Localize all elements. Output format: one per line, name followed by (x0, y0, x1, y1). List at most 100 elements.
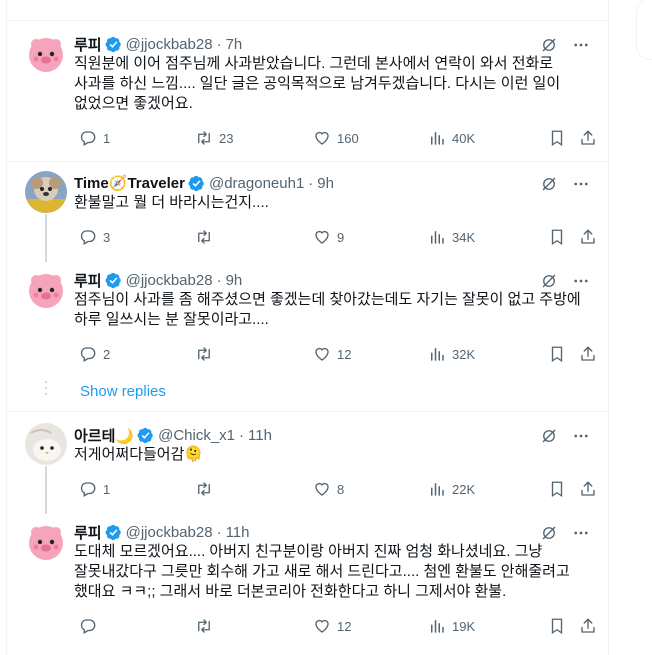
timestamp[interactable]: 7h (226, 36, 243, 53)
author-name[interactable]: 루피 (74, 522, 102, 543)
bookmark-button[interactable] (548, 128, 566, 148)
author-name[interactable]: 루피 (74, 34, 102, 55)
author-handle[interactable]: @dragoneuh1 (209, 175, 304, 192)
reply-button[interactable]: 2 (79, 344, 110, 364)
verified-badge-icon (105, 272, 122, 289)
author-handle[interactable]: @Chick_x1 (158, 427, 235, 444)
like-button[interactable]: 160 (313, 128, 359, 148)
avatar[interactable] (25, 520, 67, 562)
author-name-emoji: 🌙 (115, 427, 135, 445)
retweet-icon (195, 345, 213, 363)
views-icon (428, 480, 446, 498)
grok-icon[interactable] (540, 175, 558, 193)
verified-badge-icon (105, 524, 122, 541)
author-handle[interactable]: @jjockbab28 (126, 524, 213, 541)
share-button[interactable] (579, 128, 597, 148)
share-button[interactable] (579, 479, 597, 499)
tweet-actions: 2 12 32K (74, 344, 599, 364)
views-button[interactable]: 34K (428, 227, 475, 247)
retweet-icon (195, 480, 213, 498)
verified-badge-icon (188, 175, 205, 192)
tweet[interactable]: 아르테🌙 @Chick_x1 · 11h 저게어쩌다들어감🫠 1 8 22K (7, 423, 608, 503)
retweet-button[interactable] (195, 344, 219, 364)
retweet-button[interactable] (195, 479, 219, 499)
separator-dot: · (239, 426, 245, 444)
views-icon (428, 228, 446, 246)
views-count: 34K (452, 229, 476, 245)
like-count: 8 (337, 481, 345, 497)
verified-badge-icon (105, 36, 122, 53)
like-icon (313, 228, 331, 246)
retweet-icon (195, 617, 213, 635)
reply-icon (79, 480, 97, 498)
views-count: 19K (452, 618, 476, 634)
author-name[interactable]: 루피 (74, 270, 102, 291)
tweet[interactable]: 루피 @jjockbab28 · 7h 직원분에 이어 점주님께 사과받았습니다… (7, 32, 608, 160)
reply-button[interactable]: 1 (79, 479, 110, 499)
reply-icon (79, 129, 97, 147)
more-icon[interactable] (572, 427, 590, 445)
timestamp[interactable]: 9h (317, 175, 334, 192)
grok-icon[interactable] (540, 524, 558, 542)
like-button[interactable]: 12 (313, 616, 351, 636)
bookmark-button[interactable] (548, 344, 566, 364)
reply-button[interactable] (79, 616, 103, 636)
author-handle[interactable]: @jjockbab28 (126, 36, 213, 53)
avatar[interactable] (25, 268, 67, 310)
reply-button[interactable]: 1 (79, 128, 110, 148)
more-icon[interactable] (572, 36, 590, 54)
timestamp[interactable]: 9h (226, 272, 243, 289)
tweet[interactable]: 루피 @jjockbab28 · 9h 점주님이 사과를 좀 해주셨으면 좋겠는… (7, 268, 608, 368)
tweet-text: 점주님이 사과를 좀 해주셨으면 좋겠는데 찾아갔는데도 자기는 잘못이 없고 … (74, 291, 581, 328)
retweet-button[interactable] (195, 616, 219, 636)
bookmark-icon (548, 129, 566, 147)
retweet-button[interactable] (195, 227, 219, 247)
author-name[interactable]: 아르테🌙 (74, 425, 134, 446)
reply-count: 1 (103, 481, 111, 497)
like-icon (313, 480, 331, 498)
tweet-text: 환불말고 뭘 더 바라시는건지.... (74, 194, 269, 211)
author-handle[interactable]: @jjockbab28 (126, 272, 213, 289)
grok-icon[interactable] (540, 272, 558, 290)
divider (7, 20, 608, 21)
more-icon[interactable] (572, 175, 590, 193)
like-count: 12 (337, 618, 352, 634)
show-replies-link[interactable]: Show replies (80, 383, 166, 400)
share-button[interactable] (579, 227, 597, 247)
tweet[interactable]: Time🧭Traveler @dragoneuh1 · 9h 환불말고 뭘 더 … (7, 171, 608, 261)
more-icon[interactable] (572, 524, 590, 542)
tweet[interactable]: 루피 @jjockbab28 · 11h 도대체 모르겠어요.... 아버지 친… (7, 520, 608, 645)
tweet-text: 도대체 모르겠어요.... 아버지 친구분이랑 아버지 진짜 엄청 화나셨네요.… (74, 543, 570, 600)
timestamp[interactable]: 11h (248, 427, 272, 444)
reply-icon (79, 617, 97, 635)
like-button[interactable]: 12 (313, 344, 351, 364)
timestamp[interactable]: 11h (226, 524, 250, 541)
views-button[interactable]: 32K (428, 344, 475, 364)
conversation-timeline: 루피 @jjockbab28 · 7h 직원분에 이어 점주님께 사과받았습니다… (6, 0, 609, 655)
bookmark-button[interactable] (548, 479, 566, 499)
grok-icon[interactable] (540, 427, 558, 445)
grok-icon[interactable] (540, 36, 558, 54)
share-icon (579, 345, 597, 363)
like-count: 160 (337, 130, 359, 146)
views-button[interactable]: 19K (428, 616, 475, 636)
bookmark-button[interactable] (548, 616, 566, 636)
avatar[interactable] (25, 171, 67, 213)
avatar[interactable] (25, 423, 67, 465)
thread-line (45, 466, 47, 514)
avatar[interactable] (25, 32, 67, 74)
like-button[interactable]: 8 (313, 479, 344, 499)
bookmark-button[interactable] (548, 227, 566, 247)
retweet-count: 23 (219, 130, 234, 146)
author-name[interactable]: Time🧭Traveler (74, 174, 185, 192)
share-button[interactable] (579, 616, 597, 636)
separator-dot: · (216, 35, 222, 53)
more-icon[interactable] (572, 272, 590, 290)
retweet-button[interactable]: 23 (195, 128, 233, 148)
reply-button[interactable]: 3 (79, 227, 110, 247)
like-button[interactable]: 9 (313, 227, 344, 247)
views-button[interactable]: 40K (428, 128, 475, 148)
share-button[interactable] (579, 344, 597, 364)
views-count: 22K (452, 481, 476, 497)
views-button[interactable]: 22K (428, 479, 475, 499)
